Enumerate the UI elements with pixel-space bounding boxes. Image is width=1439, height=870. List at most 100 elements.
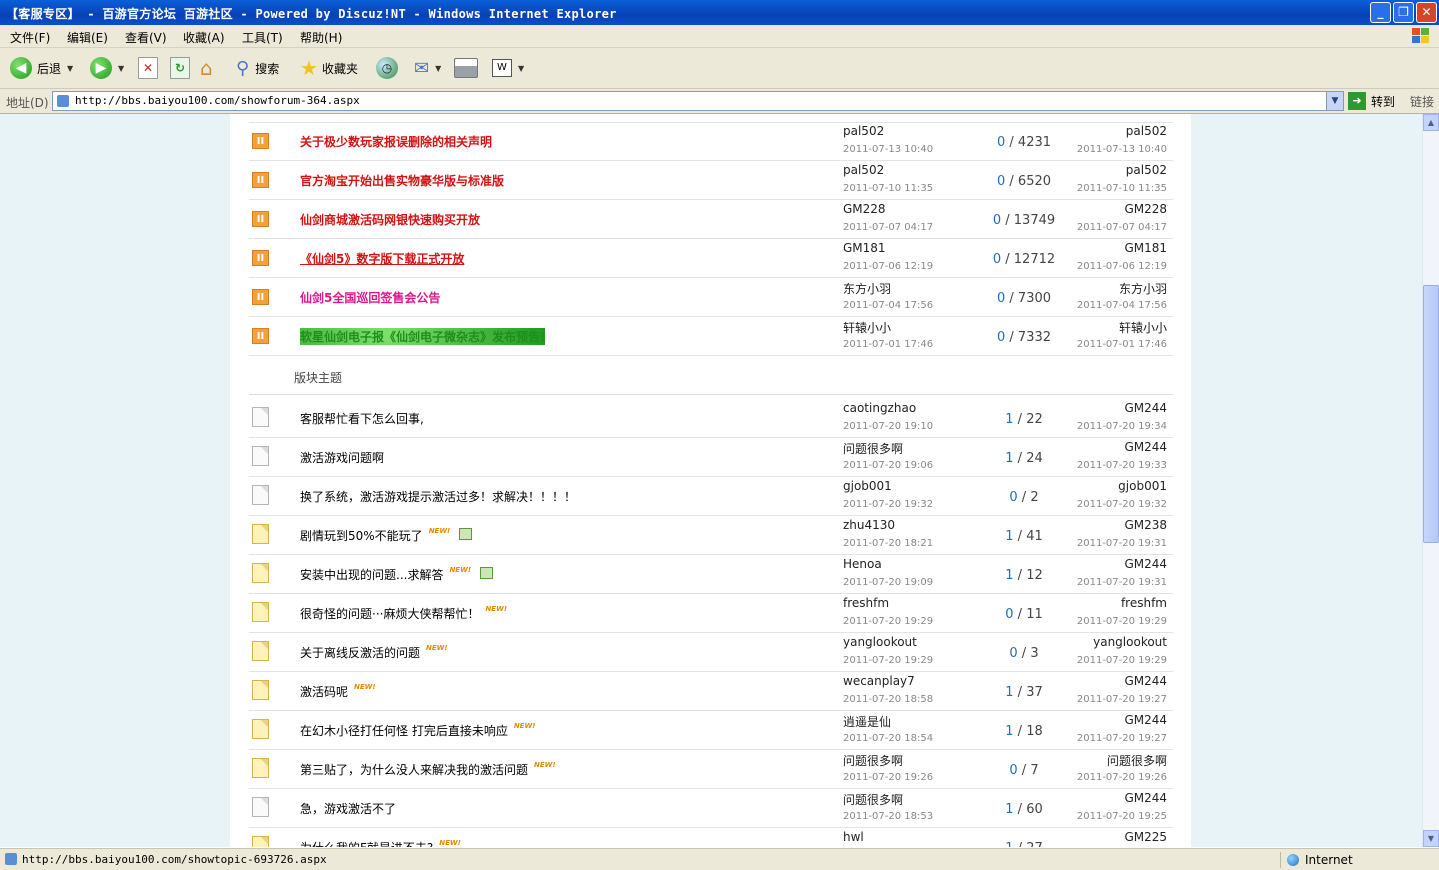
author-link[interactable]: pal502: [843, 163, 884, 177]
menu-tools[interactable]: 工具(T): [242, 29, 283, 46]
address-input[interactable]: http://bbs.baiyou100.com/showforum-364.a…: [52, 91, 1344, 111]
history-button[interactable]: ◷: [376, 56, 398, 80]
author-link[interactable]: pal502: [843, 124, 884, 138]
author-link[interactable]: yanglookout: [843, 635, 917, 649]
last-poster-link[interactable]: GM244: [1124, 674, 1167, 688]
mail-dropdown-icon[interactable]: ▼: [435, 64, 441, 73]
author-link[interactable]: 轩辕小小: [843, 319, 891, 336]
last-poster-link[interactable]: GM181: [1124, 241, 1167, 255]
security-zone[interactable]: Internet: [1280, 852, 1353, 868]
address-dropdown-icon[interactable]: ▼: [1326, 92, 1343, 110]
last-poster-link[interactable]: GM238: [1124, 518, 1167, 532]
last-poster-link[interactable]: 东方小羽: [1119, 280, 1167, 297]
table-row[interactable]: 第三贴了，为什么没人来解决我的激活问题 NEW! 问题很多啊 2011-07-20 1…: [249, 750, 1173, 789]
table-row[interactable]: 在幻木小径打任何怪 打完后直接未响应 NEW! 逍遥是仙 2011-07-20 18:…: [249, 711, 1173, 750]
topic-title-link[interactable]: 换了系统，激活游戏提示激活过多！求解决！！！！: [300, 488, 576, 505]
topic-title-link[interactable]: 激活码呢 NEW!: [300, 683, 376, 700]
topic-title-link[interactable]: 软星仙剑电子报《仙剑电子微杂志》发布预告!: [300, 328, 546, 345]
scroll-up-icon[interactable]: ▲: [1423, 114, 1439, 131]
author-link[interactable]: 问题很多啊: [843, 440, 903, 457]
topic-title-link[interactable]: 关于极少数玩家报误删除的相关声明: [300, 133, 492, 150]
menu-help[interactable]: 帮助(H): [300, 29, 342, 46]
table-row[interactable]: 很奇怪的问题···麻烦大侠帮帮忙！ NEW! freshfm 2011-07-20 1…: [249, 594, 1173, 633]
author-link[interactable]: caotingzhao: [843, 401, 916, 415]
topic-title-link[interactable]: 关于离线反激活的问题 NEW!: [300, 644, 448, 661]
author-link[interactable]: Henoa: [843, 557, 882, 571]
vertical-scrollbar[interactable]: ▲ ▼: [1422, 114, 1439, 847]
topic-title-link[interactable]: 在幻木小径打任何怪 打完后直接未响应 NEW!: [300, 722, 535, 739]
topic-title-link[interactable]: 剧情玩到50%不能玩了 NEW!: [300, 527, 473, 544]
table-row[interactable]: 为什么我的F就是进不去? NEW! hwl GM225 1 / 27: [249, 828, 1173, 847]
author-link[interactable]: freshfm: [843, 596, 889, 610]
table-row[interactable]: 激活码呢 NEW! wecanplay7 2011-07-20 18:58 GM244 2…: [249, 672, 1173, 711]
topic-title-link[interactable]: 客服帮忙看下怎么回事,: [300, 410, 424, 427]
last-poster-link[interactable]: GM244: [1124, 440, 1167, 454]
last-poster-link[interactable]: GM244: [1124, 713, 1167, 727]
mail-button[interactable]: ✉ ▼: [414, 56, 441, 80]
menu-favorites[interactable]: 收藏(A): [183, 29, 225, 46]
back-button[interactable]: ◀ 后退 ▼: [10, 56, 73, 80]
last-poster-link[interactable]: GM244: [1124, 557, 1167, 571]
topic-title-link[interactable]: 仙剑商城激活码网银快速购买开放: [300, 211, 480, 228]
topic-title-link[interactable]: 为什么我的F就是进不去? NEW!: [300, 839, 461, 847]
table-row[interactable]: 安装中出现的问题...求解答 NEW! Henoa 2011-07-20 19:09 G…: [249, 555, 1173, 594]
topic-title-link[interactable]: 第三贴了，为什么没人来解决我的激活问题 NEW!: [300, 761, 556, 778]
announcement-row[interactable]: II 仙剑5全国巡回签售会公告 东方小羽 2011-07-04 17:56 东方小羽 20…: [249, 278, 1173, 317]
topic-title-link[interactable]: 安装中出现的问题...求解答 NEW!: [300, 566, 494, 583]
last-poster-link[interactable]: GM228: [1124, 202, 1167, 216]
topic-title-link[interactable]: 官方淘宝开始出售实物豪华版与标准版: [300, 172, 504, 189]
table-row[interactable]: 急，游戏激活不了 问题很多啊 2011-07-20 18:53 GM244 2011-0…: [249, 789, 1173, 828]
forward-button[interactable]: ▶ ▼: [90, 56, 124, 80]
author-link[interactable]: 东方小羽: [843, 280, 891, 297]
author-link[interactable]: gjob001: [843, 479, 892, 493]
announcement-row[interactable]: II 《仙剑5》数字版下载正式开放 GM181 2011-07-06 12:19 GM1…: [249, 239, 1173, 278]
go-button[interactable]: ➜ 转到: [1348, 92, 1395, 110]
author-link[interactable]: 问题很多啊: [843, 791, 903, 808]
last-poster-link[interactable]: 问题很多啊: [1107, 752, 1167, 769]
maximize-button[interactable]: ❐: [1393, 2, 1414, 23]
table-row[interactable]: 客服帮忙看下怎么回事, caotingzhao 2011-07-20 19:10 GM…: [249, 399, 1173, 438]
author-link[interactable]: hwl: [843, 830, 864, 844]
author-link[interactable]: 逍遥是仙: [843, 713, 891, 730]
back-dropdown-icon[interactable]: ▼: [67, 64, 73, 73]
minimize-button[interactable]: _: [1370, 2, 1391, 23]
last-poster-link[interactable]: gjob001: [1118, 479, 1167, 493]
announcement-row[interactable]: II 官方淘宝开始出售实物豪华版与标准版 pal502 2011-07-10 11:3…: [249, 161, 1173, 200]
author-link[interactable]: GM228: [843, 202, 886, 216]
menu-file[interactable]: 文件(F): [10, 29, 50, 46]
last-poster-link[interactable]: GM225: [1124, 830, 1167, 844]
table-row[interactable]: 剧情玩到50%不能玩了 NEW! zhu4130 2011-07-20 18:21 GM…: [249, 516, 1173, 555]
menu-view[interactable]: 查看(V): [125, 29, 167, 46]
close-button[interactable]: ✕: [1416, 2, 1437, 23]
announcement-row[interactable]: II 软星仙剑电子报《仙剑电子微杂志》发布预告! 轩辕小小 2011-07-01 17…: [249, 317, 1173, 356]
table-row[interactable]: 换了系统，激活游戏提示激活过多！求解决！！！！ gjob001 2011-07-20…: [249, 477, 1173, 516]
window-title-bar[interactable]: 【客服专区】 - 百游官方论坛 百游社区 - Powered by Discuz…: [0, 0, 1439, 25]
last-poster-link[interactable]: 轩辕小小: [1119, 319, 1167, 336]
links-button[interactable]: 链接: [1410, 93, 1434, 110]
scroll-down-icon[interactable]: ▼: [1423, 830, 1439, 847]
author-link[interactable]: 问题很多啊: [843, 752, 903, 769]
forward-dropdown-icon[interactable]: ▼: [118, 64, 124, 73]
scroll-thumb[interactable]: [1423, 285, 1439, 543]
favorites-button[interactable]: ★ 收藏夹: [300, 56, 358, 80]
topic-title-link[interactable]: 仙剑5全国巡回签售会公告: [300, 289, 440, 306]
announcement-row[interactable]: II 关于极少数玩家报误删除的相关声明 pal502 2011-07-13 10:40…: [249, 122, 1173, 161]
topic-title-link[interactable]: 很奇怪的问题···麻烦大侠帮帮忙！ NEW!: [300, 605, 507, 622]
announcement-row[interactable]: II 仙剑商城激活码网银快速购买开放 GM228 2011-07-07 04:17 GM…: [249, 200, 1173, 239]
topic-title-link[interactable]: 激活游戏问题啊: [300, 449, 384, 466]
edit-button[interactable]: W ▼: [492, 56, 524, 80]
topic-title-link[interactable]: 《仙剑5》数字版下载正式开放: [300, 250, 464, 267]
last-poster-link[interactable]: yanglookout: [1093, 635, 1167, 649]
menu-edit[interactable]: 编辑(E): [67, 29, 108, 46]
refresh-button[interactable]: ↻: [170, 56, 190, 80]
edit-dropdown-icon[interactable]: ▼: [518, 64, 524, 73]
home-button[interactable]: ⌂: [200, 56, 213, 80]
stop-button[interactable]: ✕: [138, 56, 158, 80]
last-poster-link[interactable]: pal502: [1126, 163, 1167, 177]
table-row[interactable]: 激活游戏问题啊 问题很多啊 2011-07-20 19:06 GM244 2011-07…: [249, 438, 1173, 477]
last-poster-link[interactable]: GM244: [1124, 791, 1167, 805]
last-poster-link[interactable]: pal502: [1126, 124, 1167, 138]
topic-title-link[interactable]: 急，游戏激活不了: [300, 800, 396, 817]
author-link[interactable]: zhu4130: [843, 518, 895, 532]
print-button[interactable]: [454, 56, 478, 80]
